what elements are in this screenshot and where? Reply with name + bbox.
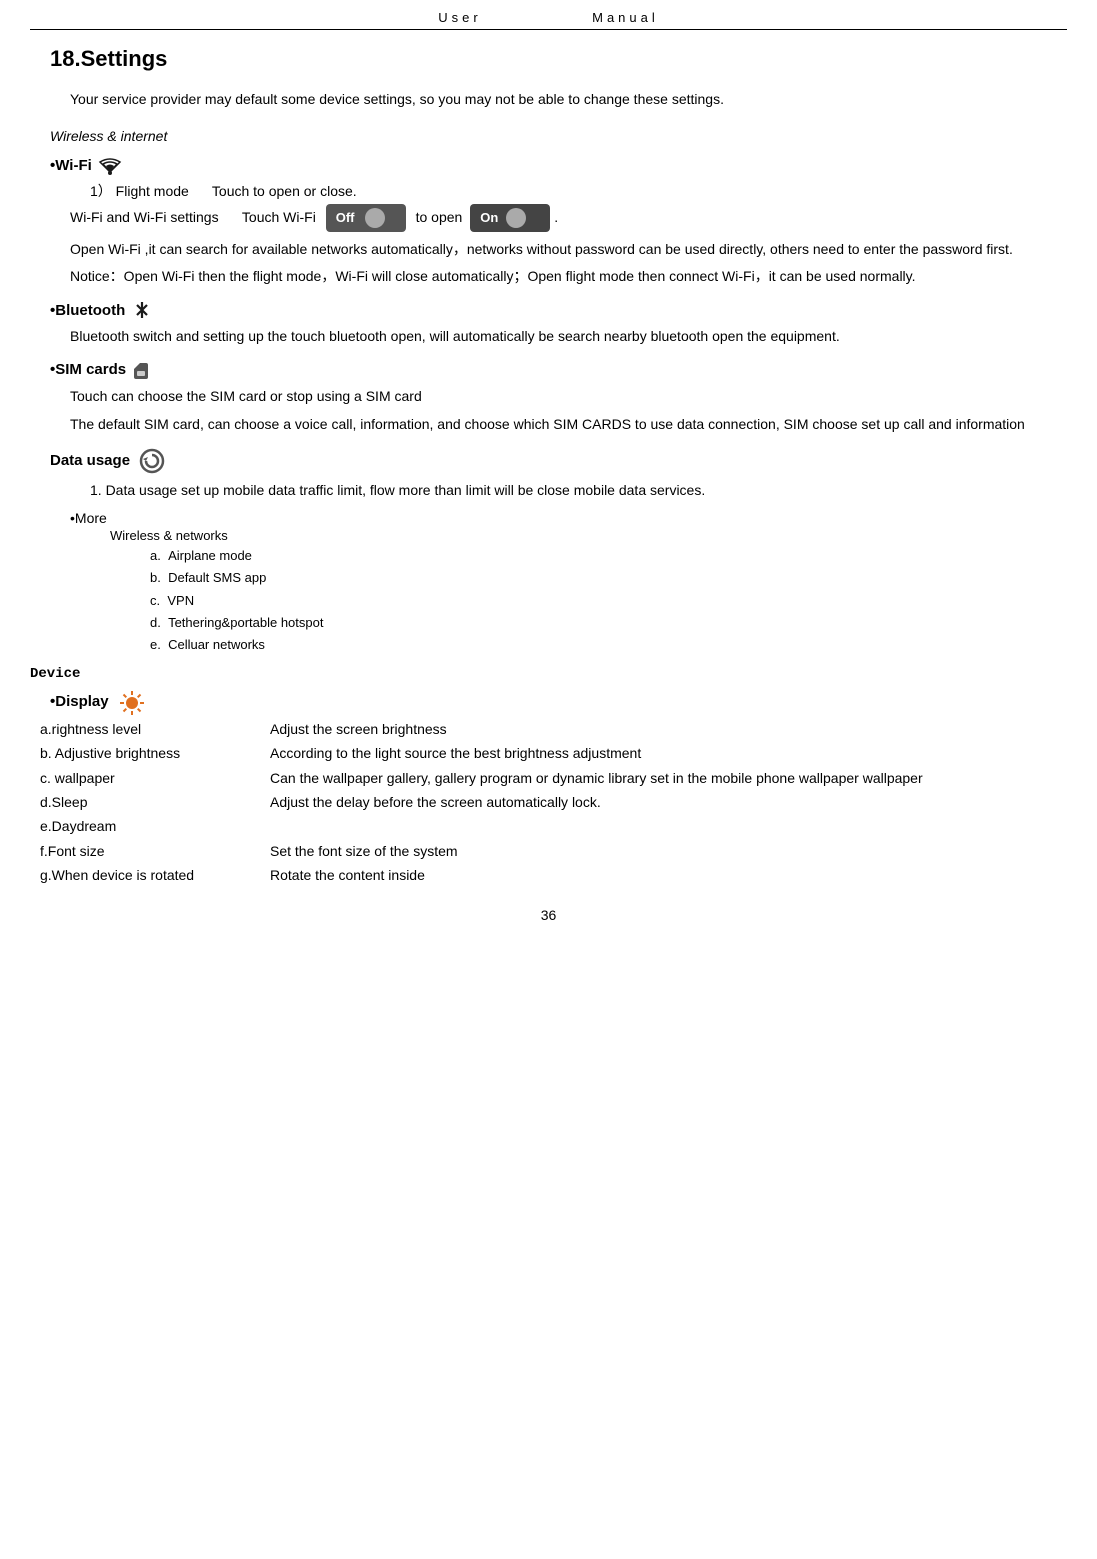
display-row-g: g.When device is rotated Rotate the cont… — [40, 864, 1067, 886]
header-right: Manual — [592, 10, 659, 25]
sim-text2: The default SIM card, can choose a voice… — [70, 413, 1067, 437]
display-value-d: Adjust the delay before the screen autom… — [270, 791, 1067, 813]
display-row-c: c. wallpaper Can the wallpaper gallery, … — [40, 767, 1067, 789]
data-usage-label: Data usage — [50, 452, 130, 469]
page-header: User Manual — [30, 10, 1067, 30]
display-label-b: b. Adjustive brightness — [40, 742, 270, 764]
display-label-g: g.When device is rotated — [40, 864, 270, 886]
bluetooth-title: •Bluetooth — [50, 299, 1067, 321]
toggle-on-button[interactable]: On — [470, 204, 550, 232]
sim-bullet-label: •SIM cards — [50, 361, 126, 378]
toggle-on-circle — [506, 208, 526, 228]
display-row-d: d.Sleep Adjust the delay before the scre… — [40, 791, 1067, 813]
display-row-a: a.rightness level Adjust the screen brig… — [40, 718, 1067, 740]
wireless-internet-label: Wireless & internet — [50, 128, 1067, 144]
flight-mode-label: 1） Flight mode — [90, 183, 189, 199]
display-value-c: Can the wallpaper gallery, gallery progr… — [270, 767, 1067, 789]
more-item-c-label: c. — [150, 593, 160, 608]
sim-text1: Touch can choose the SIM card or stop us… — [70, 385, 1067, 409]
toggle-off-label: Off — [336, 207, 355, 229]
toggle-off-button[interactable]: Off — [326, 204, 406, 232]
display-title: •Display — [50, 690, 1067, 714]
data-usage-item1: 1. Data usage set up mobile data traffic… — [90, 479, 1067, 503]
display-value-e — [270, 815, 1067, 837]
open-wifi-text: Open Wi-Fi ,it can search for available … — [70, 238, 1067, 262]
header-left: User — [438, 10, 481, 25]
display-value-f: Set the font size of the system — [270, 840, 1067, 862]
display-label-d: d.Sleep — [40, 791, 270, 813]
data-usage-section: Data usage 1. Data usage set up mobile d… — [30, 447, 1067, 503]
bluetooth-text: Bluetooth switch and setting up the touc… — [70, 325, 1067, 349]
sim-section: •SIM cards Touch can choose the SIM card… — [30, 359, 1067, 437]
display-label-e: e.Daydream — [40, 815, 270, 837]
more-item-a-value: Airplane mode — [168, 548, 252, 563]
list-item: d. Tethering&portable hotspot — [150, 612, 1067, 634]
list-item: e. Celluar networks — [150, 634, 1067, 656]
display-icon — [119, 690, 143, 714]
more-sub-title: Wireless & networks — [110, 528, 1067, 543]
data-usage-title-row: Data usage — [50, 447, 1067, 475]
display-row-e: e.Daydream — [40, 815, 1067, 837]
display-value-b: According to the light source the best b… — [270, 742, 1067, 764]
more-list: a. Airplane mode b. Default SMS app c. V… — [150, 545, 1067, 655]
list-item: a. Airplane mode — [150, 545, 1067, 567]
more-item-d-value: Tethering&portable hotspot — [168, 615, 323, 630]
more-item-b-label: b. — [150, 570, 161, 585]
wifi-title: •Wi-Fi — [50, 156, 1067, 176]
page-number: 36 — [30, 907, 1067, 923]
device-label: Device — [30, 666, 1067, 682]
flight-mode-value: Touch to open or close. — [212, 183, 357, 199]
display-label-a: a.rightness level — [40, 718, 270, 740]
more-item-c-value: VPN — [167, 593, 194, 608]
intro-text: Your service provider may default some d… — [70, 88, 1067, 112]
display-row-f: f.Font size Set the font size of the sys… — [40, 840, 1067, 862]
wifi-settings-row: Wi-Fi and Wi-Fi settings Touch Wi-Fi Off… — [70, 204, 1067, 232]
more-section: •More Wireless & networks a. Airplane mo… — [70, 510, 1067, 655]
bluetooth-icon — [131, 299, 153, 321]
header-separator — [522, 10, 552, 25]
wifi-end-dot: . — [554, 206, 558, 230]
sim-title: •SIM cards — [50, 359, 1067, 381]
display-label-c: c. wallpaper — [40, 767, 270, 789]
wifi-to-open: to open — [412, 206, 467, 230]
display-row-b: b. Adjustive brightness According to the… — [40, 742, 1067, 764]
display-value-a: Adjust the screen brightness — [270, 718, 1067, 740]
more-item-e-value: Celluar networks — [168, 637, 265, 652]
wifi-bullet-label: •Wi-Fi — [50, 157, 92, 174]
display-label-f: f.Font size — [40, 840, 270, 862]
display-bullet-label: •Display — [50, 693, 109, 710]
section-title: 18.Settings — [50, 46, 1067, 72]
list-item: b. Default SMS app — [150, 567, 1067, 589]
bluetooth-section: •Bluetooth Bluetooth switch and setting … — [30, 299, 1067, 349]
wifi-notice: Notice：Open Wi-Fi then the flight mode，W… — [70, 265, 1067, 289]
more-item-e-label: e. — [150, 637, 161, 652]
toggle-off-circle — [365, 208, 385, 228]
toggle-on-label: On — [480, 207, 498, 229]
data-usage-icon — [138, 447, 166, 475]
bluetooth-bullet-label: •Bluetooth — [50, 302, 125, 319]
more-item-a-label: a. — [150, 548, 161, 563]
wifi-flight-mode: 1） Flight mode Touch to open or close. — [90, 180, 1067, 204]
wifi-settings-prefix: Wi-Fi and Wi-Fi settings — [70, 206, 242, 230]
sim-icon — [132, 359, 150, 381]
wifi-touch-label: Touch Wi-Fi — [242, 206, 320, 230]
wifi-section: •Wi-Fi 1） Flight mode Touch to open or c… — [30, 156, 1067, 289]
more-item-b-value: Default SMS app — [168, 570, 266, 585]
display-value-g: Rotate the content inside — [270, 864, 1067, 886]
display-section: •Display a.rightness level Adjust t — [30, 690, 1067, 887]
wifi-icon — [98, 156, 122, 176]
more-title: •More — [70, 510, 1067, 526]
list-item: c. VPN — [150, 590, 1067, 612]
more-item-d-label: d. — [150, 615, 161, 630]
